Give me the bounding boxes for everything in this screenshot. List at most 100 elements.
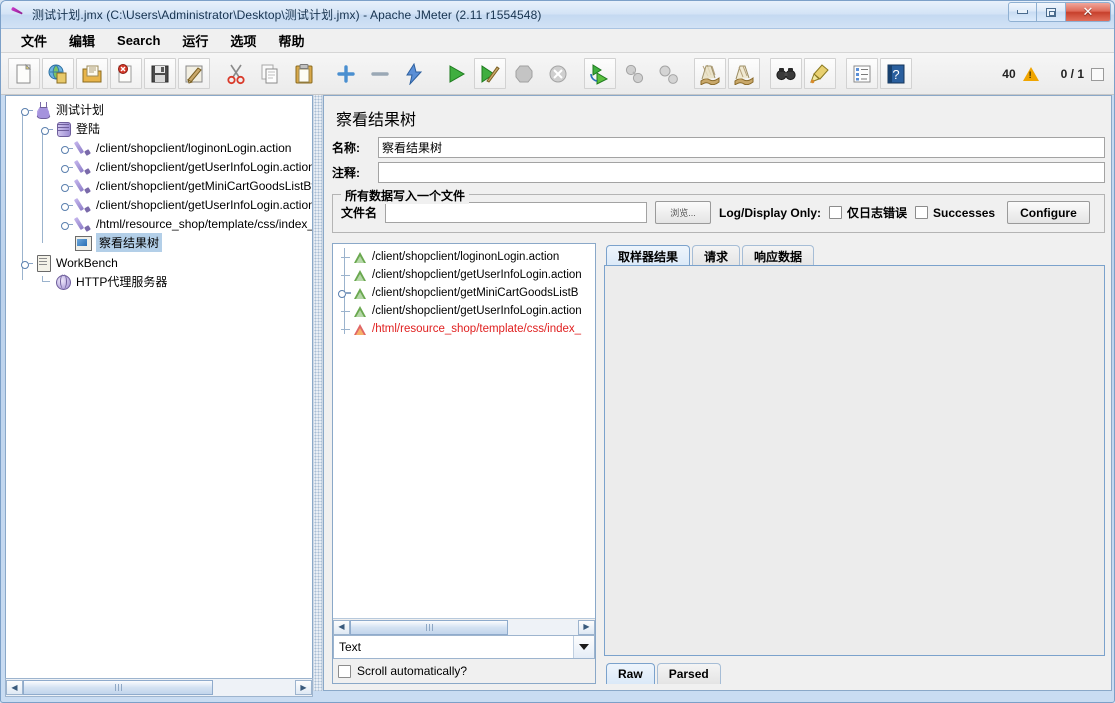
- result-item[interactable]: /client/shopclient/getUserInfoLogin.acti…: [337, 302, 595, 320]
- tree-expand-knob[interactable]: [20, 256, 34, 270]
- run-indicator-box: [1091, 67, 1104, 81]
- tree-node-http-request[interactable]: /client/shopclient/getUserInfoLogin.acti…: [12, 195, 312, 214]
- pane-splitter[interactable]: [313, 95, 323, 691]
- menu-help[interactable]: 帮助: [268, 29, 314, 52]
- tab-sampler-result[interactable]: 取样器结果: [606, 245, 691, 266]
- menu-search[interactable]: Search: [107, 31, 170, 50]
- tree-node-thread-group[interactable]: 登陆: [12, 119, 312, 138]
- result-leaf-knob: [337, 249, 353, 265]
- tree-expand-knob[interactable]: [60, 217, 74, 231]
- search-icon-button[interactable]: [770, 58, 802, 89]
- tree-node-http-request[interactable]: /html/resource_shop/template/css/index_2…: [12, 214, 312, 233]
- expand-all-button[interactable]: [330, 58, 362, 89]
- menu-edit[interactable]: 编辑: [59, 29, 105, 52]
- tree-expand-knob[interactable]: [40, 122, 54, 136]
- toolbar-group-search: [769, 58, 837, 89]
- close-button[interactable]: ✕: [1066, 2, 1111, 22]
- tree-expand-knob[interactable]: [20, 103, 34, 117]
- function-helper-button[interactable]: [846, 58, 878, 89]
- cut-button[interactable]: [220, 58, 252, 89]
- tree-panel-horizontal-scrollbar[interactable]: ◀ ▶: [5, 678, 313, 697]
- result-item[interactable]: /client/shopclient/loginonLogin.action: [337, 248, 595, 266]
- minimize-button[interactable]: [1008, 2, 1037, 22]
- maximize-button[interactable]: [1037, 2, 1066, 22]
- http-proxy-icon: [54, 273, 72, 290]
- tree-node-workbench[interactable]: WorkBench: [12, 253, 312, 272]
- help-button[interactable]: ?: [880, 58, 912, 89]
- log-display-only-label: Log/Display Only:: [719, 205, 822, 220]
- shutdown-button[interactable]: [542, 58, 574, 89]
- start-no-pauses-button[interactable]: [474, 58, 506, 89]
- save-button[interactable]: [144, 58, 176, 89]
- clear-button[interactable]: [694, 58, 726, 89]
- test-plan-tree[interactable]: 测试计划 登陆 /client/shopclient/loginonLogin.…: [6, 96, 312, 690]
- filename-label: 文件名: [341, 206, 378, 220]
- result-item[interactable]: /html/resource_shop/template/css/index_: [337, 320, 595, 338]
- copy-button[interactable]: [254, 58, 286, 89]
- menu-options[interactable]: 选项: [220, 29, 266, 52]
- scroll-thumb[interactable]: [23, 680, 213, 695]
- configure-button[interactable]: Configure: [1007, 201, 1090, 224]
- scroll-thumb[interactable]: [350, 619, 508, 635]
- scroll-track[interactable]: [350, 619, 578, 635]
- active-threads-counter: 0 / 1: [1060, 67, 1084, 81]
- tree-expand-knob[interactable]: [60, 179, 74, 193]
- scroll-grip-icon: [114, 684, 122, 691]
- toggle-button[interactable]: [398, 58, 430, 89]
- results-horizontal-scrollbar[interactable]: ◀ ▶: [333, 618, 595, 635]
- paste-button[interactable]: [288, 58, 320, 89]
- comment-input[interactable]: [378, 162, 1105, 183]
- chevron-down-icon[interactable]: [573, 636, 594, 658]
- tree-node-http-request[interactable]: /client/shopclient/getUserInfoLogin.acti…: [12, 157, 312, 176]
- name-input[interactable]: 察看结果树: [378, 137, 1105, 158]
- new-button[interactable]: [8, 58, 40, 89]
- save-as-button[interactable]: [178, 58, 210, 89]
- collapse-all-button[interactable]: [364, 58, 396, 89]
- tree-node-http-request[interactable]: /client/shopclient/getMiniCartGoodsListB…: [12, 176, 312, 195]
- successes-checkbox[interactable]: [915, 206, 929, 219]
- scroll-track[interactable]: [23, 680, 295, 695]
- open-button[interactable]: [76, 58, 108, 89]
- result-item[interactable]: /client/shopclient/getUserInfoLogin.acti…: [337, 266, 595, 284]
- result-detail-content[interactable]: [604, 265, 1105, 656]
- menu-file[interactable]: 文件: [11, 29, 57, 52]
- result-expand-knob[interactable]: [337, 285, 353, 301]
- scroll-left-arrow[interactable]: ◀: [6, 680, 23, 695]
- result-item[interactable]: /client/shopclient/getMiniCartGoodsListB: [337, 284, 595, 302]
- tab-request[interactable]: 请求: [692, 245, 741, 266]
- errors-only-checkbox[interactable]: [829, 206, 843, 219]
- tree-node-test-plan[interactable]: 测试计划: [12, 100, 312, 119]
- browse-button[interactable]: 浏览...: [655, 201, 712, 224]
- result-label: /client/shopclient/getUserInfoLogin.acti…: [372, 269, 582, 281]
- tab-response-data[interactable]: 响应数据: [742, 245, 815, 266]
- tree-node-http-proxy-server[interactable]: HTTP代理服务器: [12, 272, 312, 291]
- toolbar-status: 40 0 / 1: [1002, 53, 1104, 95]
- toolbar-group-run: [439, 58, 575, 89]
- tree-expand-knob[interactable]: [60, 160, 74, 174]
- tree-expand-knob[interactable]: [60, 198, 74, 212]
- scroll-automatically-checkbox[interactable]: [338, 664, 351, 678]
- templates-button[interactable]: [42, 58, 74, 89]
- warning-triangle-icon[interactable]: [1022, 67, 1039, 81]
- tree-node-http-request[interactable]: /client/shopclient/loginonLogin.action: [12, 138, 312, 157]
- remote-stop-all-button[interactable]: [618, 58, 650, 89]
- stop-button[interactable]: [508, 58, 540, 89]
- close-plan-button[interactable]: [110, 58, 142, 89]
- result-label: /client/shopclient/getUserInfoLogin.acti…: [372, 305, 582, 317]
- scroll-right-arrow[interactable]: ▶: [578, 619, 595, 635]
- clear-all-button[interactable]: [728, 58, 760, 89]
- scroll-right-arrow[interactable]: ▶: [295, 680, 312, 695]
- successes-checkbox-wrapper[interactable]: Successes: [915, 206, 995, 220]
- errors-only-checkbox-wrapper[interactable]: 仅日志错误: [829, 204, 907, 221]
- start-button[interactable]: [440, 58, 472, 89]
- render-type-select[interactable]: Text: [333, 635, 595, 659]
- tree-expand-knob[interactable]: [60, 141, 74, 155]
- menu-run[interactable]: 运行: [172, 29, 218, 52]
- remote-start-all-button[interactable]: [584, 58, 616, 89]
- scroll-left-arrow[interactable]: ◀: [333, 619, 350, 635]
- tree-node-view-results-tree[interactable]: 察看结果树: [12, 233, 312, 252]
- search-reset-button[interactable]: [804, 58, 836, 89]
- filename-input[interactable]: [385, 202, 648, 223]
- results-tree[interactable]: /client/shopclient/loginonLogin.action /…: [333, 244, 595, 618]
- remote-shutdown-all-button[interactable]: [652, 58, 684, 89]
